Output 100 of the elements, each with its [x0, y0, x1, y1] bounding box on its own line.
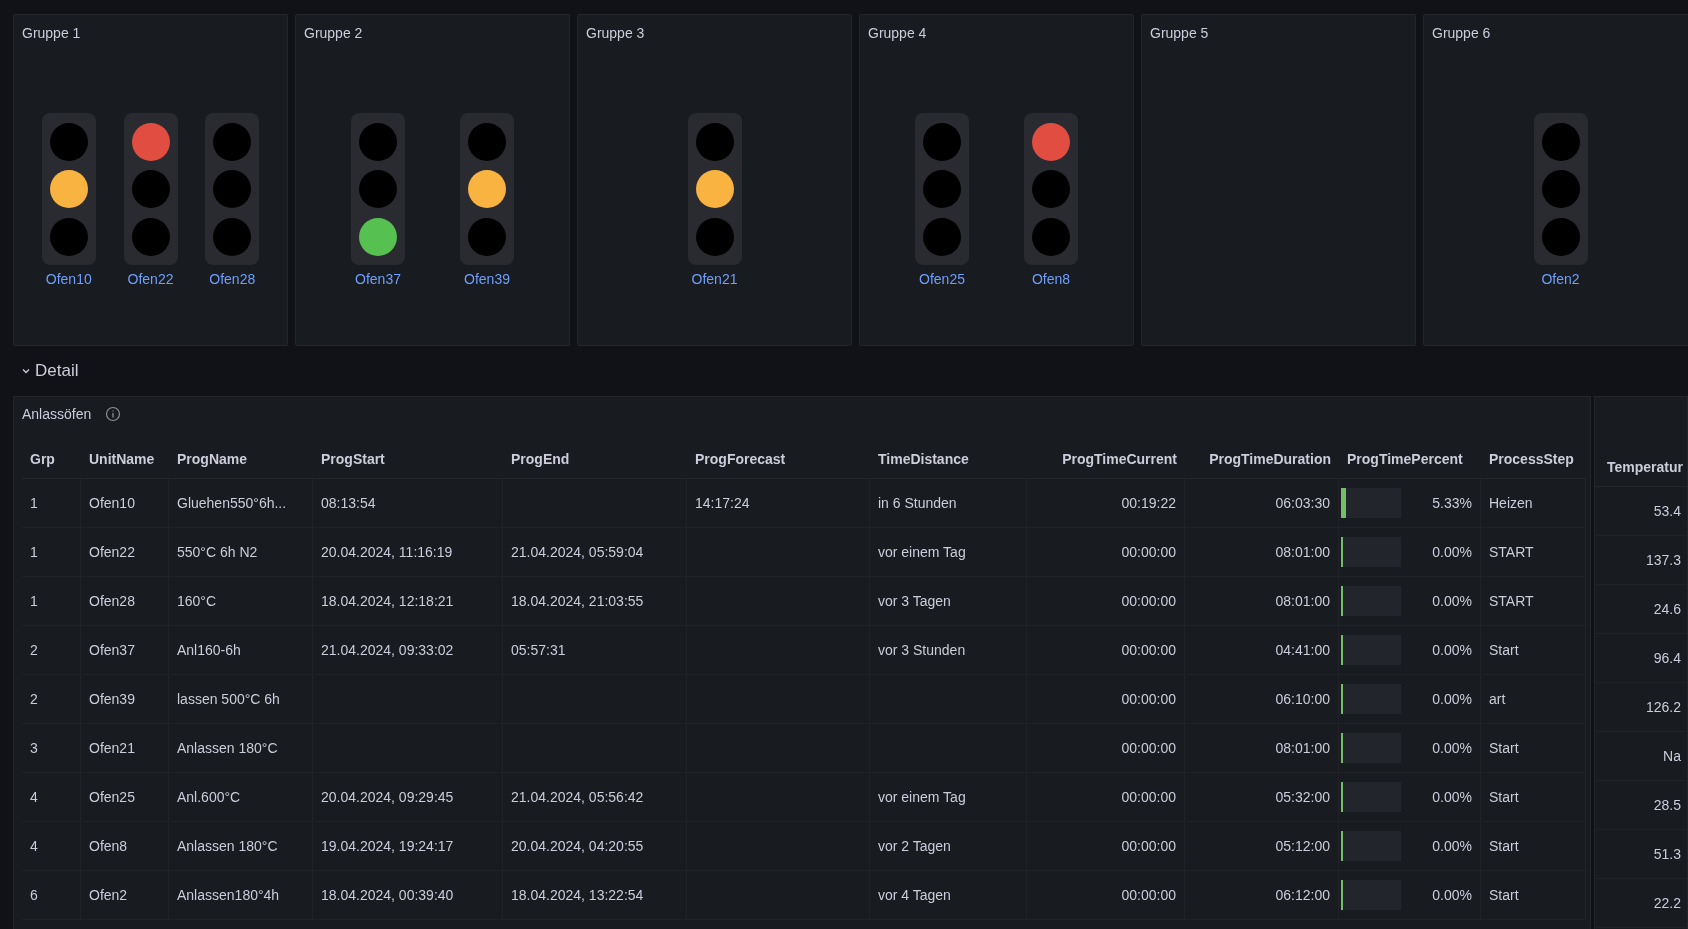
percent-reading: 0.00% — [1432, 740, 1472, 756]
group-cell: 1 — [22, 479, 81, 528]
column-header[interactable]: ProgName — [169, 439, 313, 479]
percent-reading: 0.00% — [1432, 789, 1472, 805]
duration-cell: 04:41:00 — [1185, 626, 1339, 675]
program-cell: Anlassen 180°C — [169, 822, 313, 871]
row-title[interactable]: Detail — [35, 361, 79, 381]
temperature-cell: 137.3 — [1595, 536, 1687, 585]
progress-bar — [1341, 635, 1401, 665]
progress-bar — [1341, 684, 1401, 714]
percent-reading: 0.00% — [1432, 642, 1472, 658]
time-distance-cell: vor 3 Stunden — [870, 626, 1027, 675]
unit-link[interactable]: Ofen21 — [691, 271, 738, 287]
time-current-cell: 00:00:00 — [1027, 675, 1185, 724]
unit-cell: Ofen21 — [81, 724, 169, 773]
progress-bar — [1341, 537, 1401, 567]
column-header[interactable]: ProcessStep — [1481, 439, 1586, 479]
duration-cell: 08:01:00 — [1185, 724, 1339, 773]
unit-link[interactable]: Ofen25 — [919, 271, 965, 287]
time-current-cell: 00:00:00 — [1027, 724, 1185, 773]
time-distance-cell: vor 3 Tagen — [870, 577, 1027, 626]
column-header[interactable]: Grp — [22, 439, 81, 479]
progress-bar — [1341, 831, 1401, 861]
column-header[interactable]: ProgStart — [313, 439, 503, 479]
duration-cell: 08:01:00 — [1185, 528, 1339, 577]
unit-link[interactable]: Ofen37 — [355, 271, 401, 287]
panel-title: Gruppe 2 — [303, 24, 364, 41]
temperature-cell: 96.4 — [1595, 634, 1687, 683]
end-cell: 18.04.2024, 21:03:55 — [503, 577, 687, 626]
column-header[interactable]: TimeDistance — [870, 439, 1027, 479]
temperature-cell: 28.5 — [1595, 781, 1687, 830]
program-cell: Gluehen550°6h... — [169, 479, 313, 528]
column-header[interactable]: ProgTimeDuration — [1185, 439, 1339, 479]
process-step-cell: Start — [1481, 724, 1586, 773]
progress-bar — [1341, 880, 1401, 910]
duration-cell: 06:12:00 — [1185, 871, 1339, 920]
time-current-cell: 00:19:22 — [1027, 479, 1185, 528]
time-distance-cell: in 6 Stunden — [870, 479, 1027, 528]
panel-title: Anlassöfen — [22, 406, 92, 422]
column-header[interactable]: ProgTimeCurrent — [1027, 439, 1185, 479]
progress-bar — [1341, 488, 1401, 518]
unit-link[interactable]: Ofen28 — [209, 271, 256, 287]
group-cell: 2 — [22, 675, 81, 724]
panel-title: Gruppe 5 — [1149, 24, 1210, 41]
group-cell: 1 — [22, 528, 81, 577]
group-cell: 3 — [22, 724, 81, 773]
percent-reading: 0.00% — [1432, 887, 1472, 903]
group-cell: 2 — [22, 626, 81, 675]
unit-link[interactable]: Ofen39 — [464, 271, 510, 287]
program-cell: 160°C — [169, 577, 313, 626]
temperature-cell: 53.4 — [1595, 487, 1687, 536]
panel-title: Gruppe 3 — [585, 24, 646, 41]
unit-link[interactable]: Ofen8 — [1031, 271, 1071, 287]
start-cell: 18.04.2024, 00:39:40 — [313, 871, 503, 920]
start-cell: 18.04.2024, 12:18:21 — [313, 577, 503, 626]
column-header[interactable]: ProgEnd — [503, 439, 687, 479]
panel-title: Gruppe 6 — [1431, 24, 1492, 41]
time-current-cell: 00:00:00 — [1027, 528, 1185, 577]
percent-reading: 0.00% — [1432, 593, 1472, 609]
program-cell: Anl.600°C — [169, 773, 313, 822]
unit-cell: Ofen39 — [81, 675, 169, 724]
temperature-cell: Na — [1595, 732, 1687, 781]
unit-link[interactable]: Ofen10 — [45, 271, 92, 287]
panel-title: Gruppe 1 — [21, 24, 82, 41]
unit-cell: Ofen37 — [81, 626, 169, 675]
end-cell: 21.04.2024, 05:59:04 — [503, 528, 687, 577]
progress-bar — [1341, 586, 1401, 616]
temperature-cell: 126.2 — [1595, 683, 1687, 732]
process-step-cell: Start — [1481, 773, 1586, 822]
time-distance-cell: vor einem Tag — [870, 773, 1027, 822]
panel-title: Gruppe 4 — [867, 24, 928, 41]
column-header[interactable]: Temperatur — [1595, 447, 1687, 487]
process-step-cell: Heizen — [1481, 479, 1586, 528]
percent-reading: 0.00% — [1432, 691, 1472, 707]
progress-bar — [1341, 782, 1401, 812]
percent-reading: 0.00% — [1432, 544, 1472, 560]
percent-reading: 5.33% — [1432, 495, 1472, 511]
program-cell: 550°C 6h N2 — [169, 528, 313, 577]
column-header[interactable]: UnitName — [81, 439, 169, 479]
column-header[interactable]: ProgTimePercent — [1339, 439, 1481, 479]
time-distance-cell: vor einem Tag — [870, 528, 1027, 577]
process-step-cell: Start — [1481, 822, 1586, 871]
progress-bar — [1341, 733, 1401, 763]
group-cell: 4 — [22, 773, 81, 822]
start-cell: 21.04.2024, 09:33:02 — [313, 626, 503, 675]
time-current-cell: 00:00:00 — [1027, 626, 1185, 675]
process-step-cell: art — [1481, 675, 1586, 724]
unit-link[interactable]: Ofen22 — [127, 271, 174, 287]
group-cell: 1 — [22, 577, 81, 626]
chevron-icon[interactable] — [21, 366, 31, 376]
duration-cell: 05:12:00 — [1185, 822, 1339, 871]
info-icon[interactable] — [105, 406, 122, 422]
unit-link[interactable]: Ofen2 — [1541, 271, 1580, 287]
end-cell: 18.04.2024, 13:22:54 — [503, 871, 687, 920]
program-cell: Anlassen 180°C — [169, 724, 313, 773]
time-current-cell: 00:00:00 — [1027, 773, 1185, 822]
end-cell: 21.04.2024, 05:56:42 — [503, 773, 687, 822]
column-header[interactable]: ProgForecast — [687, 439, 870, 479]
unit-cell: Ofen8 — [81, 822, 169, 871]
duration-cell: 08:01:00 — [1185, 577, 1339, 626]
